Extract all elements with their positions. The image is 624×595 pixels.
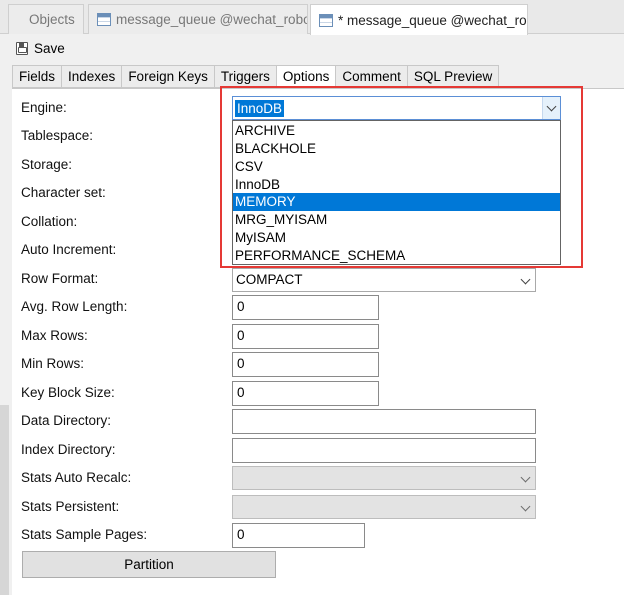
data-directory-input[interactable] (232, 409, 536, 434)
tab-triggers[interactable]: Triggers (213, 65, 276, 88)
avg-row-length-value: 0 (237, 299, 245, 314)
storage-label: Storage: (21, 157, 73, 172)
tab-message-queue-2-label: * message_queue @wechat_ro... (338, 12, 528, 28)
stats-sample-pages-input[interactable]: 0 (232, 523, 365, 548)
collation-label: Collation: (21, 214, 78, 229)
table-design-icon (319, 13, 333, 27)
stats-auto-recalc-select[interactable] (232, 466, 536, 490)
table-icon (97, 13, 111, 26)
stats-persistent-label: Stats Persistent: (21, 499, 120, 514)
key-block-size-label: Key Block Size: (21, 385, 115, 400)
engine-option-highlighted[interactable]: MEMORY (233, 193, 560, 211)
avg-row-length-input[interactable]: 0 (232, 295, 379, 320)
row-format-label: Row Format: (21, 271, 99, 286)
engine-select[interactable]: InnoDB (232, 96, 561, 120)
designer-tabs: Fields Indexes Foreign Keys Triggers Opt… (12, 65, 500, 89)
engine-option[interactable]: PERFORMANCE_SCHEMA (233, 247, 560, 265)
engine-option[interactable]: ARCHIVE (233, 122, 560, 140)
key-block-size-value: 0 (237, 385, 245, 400)
tab-objects[interactable]: Objects (8, 4, 84, 34)
auto-increment-label: Auto Increment: (21, 242, 117, 257)
tab-message-queue-1-label: message_queue @wechat_robo... (116, 12, 308, 27)
avg-row-length-label: Avg. Row Length: (21, 299, 128, 314)
engine-option[interactable]: BLACKHOLE (233, 140, 560, 158)
engine-option[interactable]: InnoDB (233, 176, 560, 194)
max-rows-value: 0 (237, 328, 245, 343)
engine-dropdown-button[interactable] (542, 97, 560, 119)
key-block-size-input[interactable]: 0 (232, 381, 379, 406)
tab-indexes[interactable]: Indexes (61, 65, 122, 88)
save-label: Save (34, 41, 65, 56)
partition-button[interactable]: Partition (22, 551, 276, 578)
engine-dropdown-list: ARCHIVE BLACKHOLE CSV InnoDB MEMORY MRG_… (232, 120, 561, 265)
character-set-label: Character set: (21, 185, 106, 200)
stats-sample-pages-value: 0 (237, 527, 245, 542)
save-button[interactable]: Save (16, 41, 65, 56)
chevron-down-icon (546, 101, 557, 112)
stats-sample-pages-label: Stats Sample Pages: (21, 527, 148, 542)
min-rows-input[interactable]: 0 (232, 352, 379, 377)
engine-option[interactable]: MyISAM (233, 229, 560, 247)
engine-selected-value: InnoDB (235, 100, 285, 117)
chevron-down-icon (520, 501, 531, 512)
row-format-select[interactable]: COMPACT (232, 268, 536, 292)
engine-option[interactable]: MRG_MYISAM (233, 211, 560, 229)
tab-foreign-keys[interactable]: Foreign Keys (121, 65, 214, 88)
tab-objects-label: Objects (29, 12, 75, 27)
stats-auto-recalc-label: Stats Auto Recalc: (21, 470, 132, 485)
tab-sql-preview[interactable]: SQL Preview (406, 65, 500, 88)
left-edge-bar (0, 405, 9, 595)
chevron-down-icon (520, 274, 531, 285)
chevron-down-icon (520, 472, 531, 483)
tab-options[interactable]: Options (275, 65, 336, 89)
tablespace-label: Tablespace: (21, 128, 94, 143)
stats-persistent-select[interactable] (232, 495, 536, 519)
save-icon (16, 42, 28, 55)
tab-fields[interactable]: Fields (12, 65, 62, 88)
tab-message-queue-1[interactable]: message_queue @wechat_robo... (88, 4, 308, 34)
engine-option[interactable]: CSV (233, 158, 560, 176)
max-rows-label: Max Rows: (21, 328, 88, 343)
tab-comment[interactable]: Comment (335, 65, 407, 88)
min-rows-value: 0 (237, 356, 245, 371)
max-rows-input[interactable]: 0 (232, 324, 379, 349)
index-directory-input[interactable] (232, 438, 536, 463)
row-format-value: COMPACT (236, 272, 303, 287)
index-directory-label: Index Directory: (21, 442, 116, 457)
min-rows-label: Min Rows: (21, 356, 85, 371)
document-tab-strip: Objects message_queue @wechat_robo... * … (0, 0, 624, 35)
toolbar: Save (0, 35, 624, 63)
data-directory-label: Data Directory: (21, 413, 112, 428)
engine-label: Engine: (21, 100, 67, 115)
tab-message-queue-2[interactable]: * message_queue @wechat_ro... (310, 4, 528, 35)
